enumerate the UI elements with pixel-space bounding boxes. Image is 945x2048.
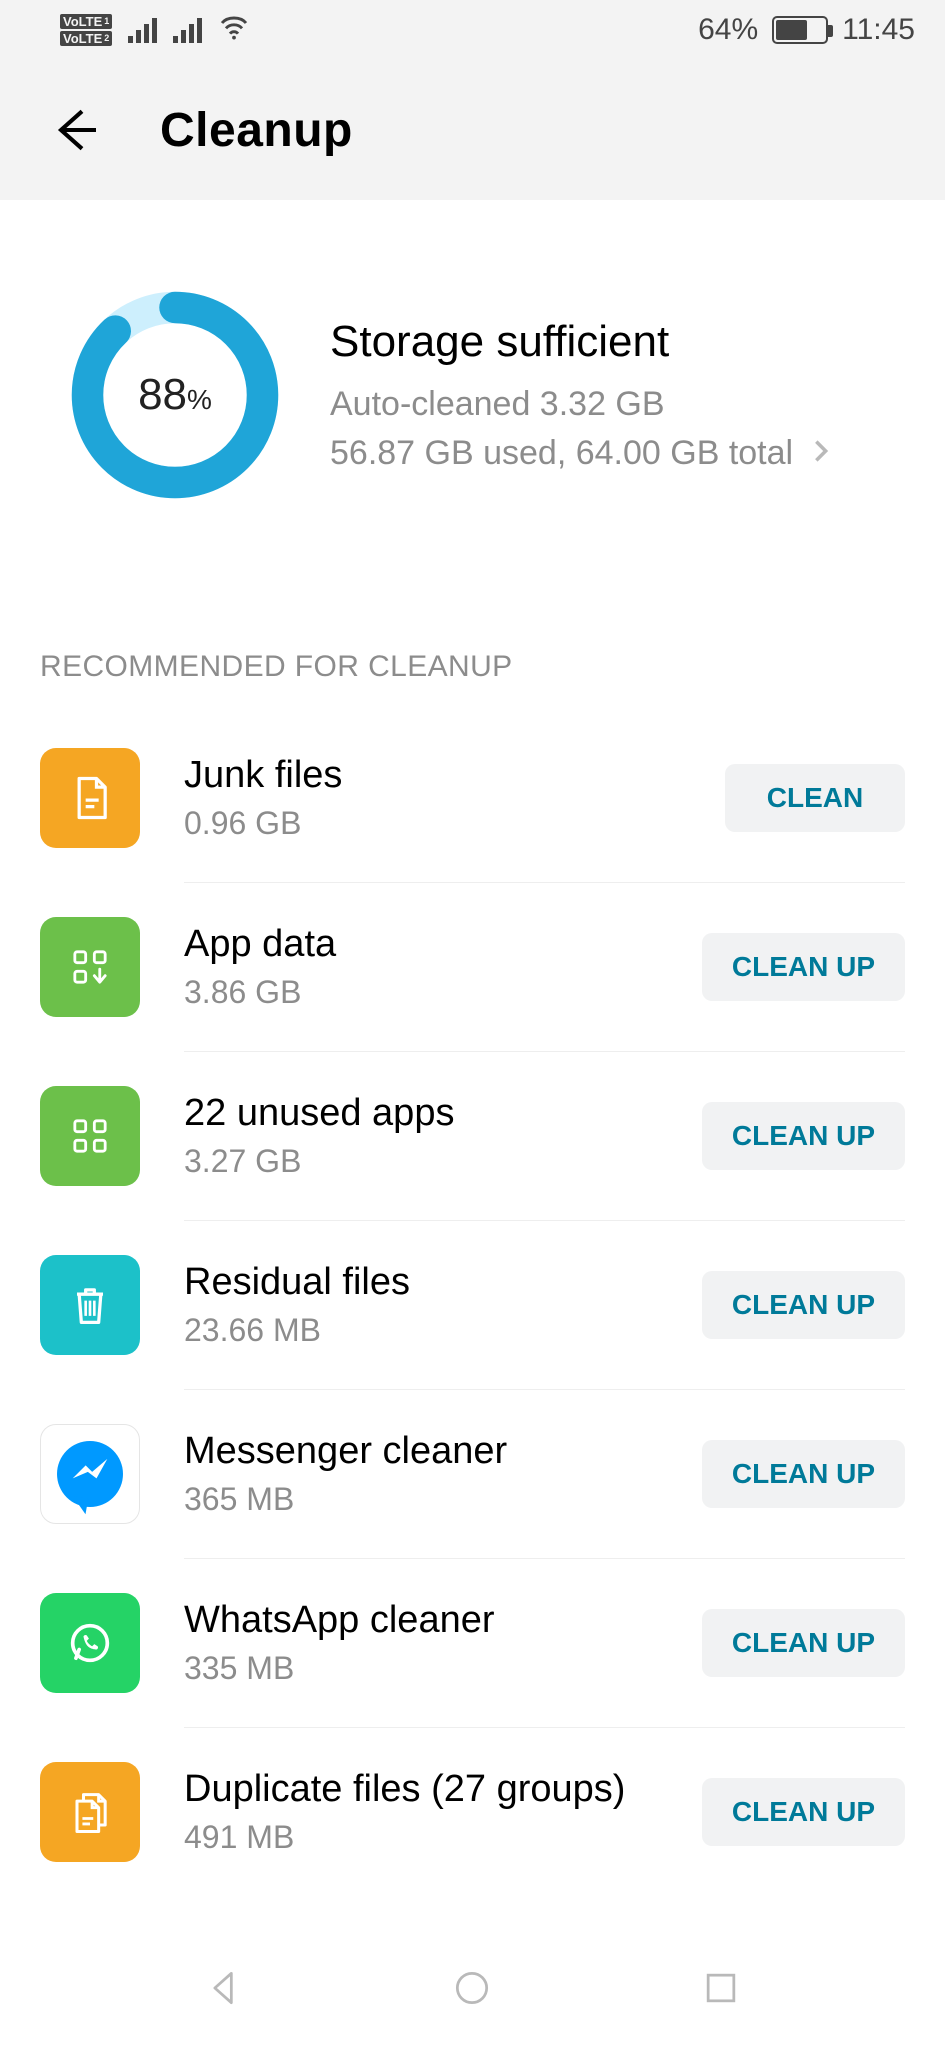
storage-autocleaned: Auto-cleaned 3.32 GB — [330, 385, 905, 424]
volte-2-icon: VoLTE2 — [60, 31, 112, 46]
nav-back-button[interactable] — [194, 1958, 254, 2018]
volte-indicators: VoLTE1 VoLTE2 — [60, 14, 112, 46]
list-item-title: WhatsApp cleaner — [184, 1599, 658, 1642]
clean-up-button[interactable]: CLEAN UP — [702, 1609, 905, 1677]
list-item-title: Messenger cleaner — [184, 1430, 658, 1473]
duplicate-files-icon — [40, 1762, 140, 1862]
list-item-unused[interactable]: 22 unused apps 3.27 GB CLEAN UP — [40, 1052, 905, 1220]
list-item-sub: 3.27 GB — [184, 1143, 658, 1180]
list-item-sub: 3.86 GB — [184, 974, 658, 1011]
file-icon — [40, 748, 140, 848]
messenger-icon — [40, 1424, 140, 1524]
list-item-title: Duplicate files (27 groups) — [184, 1768, 658, 1811]
list-item-whatsapp[interactable]: WhatsApp cleaner 335 MB CLEAN UP — [40, 1559, 905, 1727]
list-item-duplicate[interactable]: Duplicate files (27 groups) 491 MB CLEAN… — [40, 1728, 905, 1896]
navigation-bar — [0, 1928, 945, 2048]
back-button[interactable] — [40, 95, 110, 165]
status-bar: VoLTE1 VoLTE2 64% 11:45 — [0, 0, 945, 60]
nav-recent-button[interactable] — [691, 1958, 751, 2018]
battery-percent: 64% — [698, 13, 758, 47]
list-item-title: 22 unused apps — [184, 1092, 658, 1135]
clean-up-button[interactable]: CLEAN UP — [702, 1102, 905, 1170]
page-title: Cleanup — [160, 103, 353, 158]
storage-summary-text: Storage sufficient Auto-cleaned 3.32 GB … — [330, 317, 905, 473]
storage-percent-value: 88 — [138, 370, 187, 419]
clean-up-button[interactable]: CLEAN UP — [702, 1271, 905, 1339]
storage-ring-chart: 88% — [70, 290, 280, 500]
volte-1-sub: 1 — [104, 17, 109, 26]
cleanup-list: Junk files 0.96 GB CLEAN App data 3.86 G… — [0, 714, 945, 1896]
volte-2-sub: 2 — [104, 34, 109, 43]
list-item-residual[interactable]: Residual files 23.66 MB CLEAN UP — [40, 1221, 905, 1389]
list-item-sub: 365 MB — [184, 1481, 658, 1518]
status-left: VoLTE1 VoLTE2 — [60, 11, 250, 50]
volte-1-label: VoLTE — [63, 15, 102, 28]
apps-grid-icon — [40, 1086, 140, 1186]
battery-icon — [772, 16, 828, 44]
volte-2-label: VoLTE — [63, 32, 102, 45]
list-item-title: Junk files — [184, 754, 681, 797]
clean-button[interactable]: CLEAN — [725, 764, 905, 832]
storage-summary[interactable]: 88% Storage sufficient Auto-cleaned 3.32… — [0, 200, 945, 610]
signal-1-icon — [128, 18, 157, 43]
whatsapp-icon — [40, 1593, 140, 1693]
list-item-junk[interactable]: Junk files 0.96 GB CLEAN — [40, 714, 905, 882]
chevron-right-icon — [807, 437, 835, 470]
section-header-recommended: RECOMMENDED FOR CLEANUP — [0, 610, 945, 714]
list-item-sub: 0.96 GB — [184, 805, 681, 842]
storage-status-title: Storage sufficient — [330, 317, 905, 367]
app-download-icon — [40, 917, 140, 1017]
trash-icon — [40, 1255, 140, 1355]
list-item-sub: 23.66 MB — [184, 1312, 658, 1349]
status-right: 64% 11:45 — [698, 13, 915, 47]
list-item-messenger[interactable]: Messenger cleaner 365 MB CLEAN UP — [40, 1390, 905, 1558]
list-item-sub: 335 MB — [184, 1650, 658, 1687]
storage-percent-symbol: % — [187, 384, 212, 415]
list-item-title: App data — [184, 923, 658, 966]
storage-usage: 56.87 GB used, 64.00 GB total — [330, 434, 793, 473]
wifi-icon — [218, 11, 250, 50]
volte-1-icon: VoLTE1 — [60, 14, 112, 29]
list-item-sub: 491 MB — [184, 1819, 658, 1856]
app-bar: Cleanup — [0, 60, 945, 200]
list-item-title: Residual files — [184, 1261, 658, 1304]
list-item-appdata[interactable]: App data 3.86 GB CLEAN UP — [40, 883, 905, 1051]
nav-home-button[interactable] — [442, 1958, 502, 2018]
signal-2-icon — [173, 18, 202, 43]
clean-up-button[interactable]: CLEAN UP — [702, 1778, 905, 1846]
clean-up-button[interactable]: CLEAN UP — [702, 933, 905, 1001]
clean-up-button[interactable]: CLEAN UP — [702, 1440, 905, 1508]
clock: 11:45 — [842, 13, 915, 47]
storage-percent: 88% — [138, 370, 212, 420]
